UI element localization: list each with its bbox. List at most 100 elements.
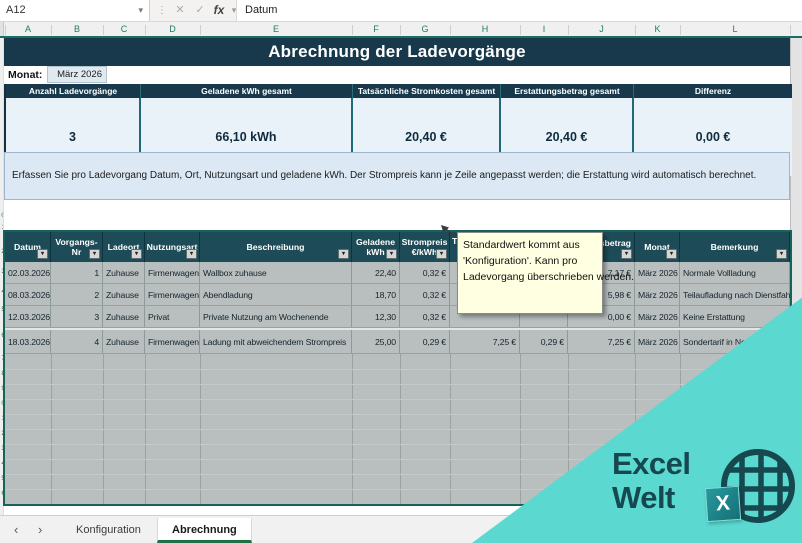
table-cell[interactable]: Zuhause: [103, 306, 145, 327]
row-number[interactable]: 5: [1, 306, 3, 314]
filter-button[interactable]: ▾: [338, 249, 349, 259]
row-number[interactable]: 3: [1, 268, 3, 276]
table-header-label: Beschreibung: [246, 242, 305, 252]
row-number[interactable]: 6: [1, 490, 3, 498]
table-header-cell[interactable]: Beschreibung ▾: [200, 232, 352, 262]
table-cell[interactable]: Private Nutzung am Wochenende: [200, 306, 352, 327]
table-cell[interactable]: 18,70: [352, 284, 400, 305]
table-cell[interactable]: 0,29 €: [400, 330, 450, 353]
filter-button[interactable]: ▾: [776, 249, 787, 259]
table-header-cell[interactable]: Vorgangs-Nr ▾: [51, 232, 103, 262]
column-header-letter[interactable]: G: [421, 23, 428, 36]
sheet-tab-konfiguration[interactable]: Konfiguration: [62, 518, 155, 543]
row-number[interactable]: 0: [1, 212, 3, 220]
column-header-letter[interactable]: I: [543, 23, 546, 36]
table-cell[interactable]: Firmenwagen: [145, 262, 200, 283]
separator-dots-icon: ⋮: [157, 5, 167, 16]
table-header-cell[interactable]: Bemerkung ▾: [680, 232, 790, 262]
row-number[interactable]: 4: [1, 460, 3, 468]
table-cell[interactable]: März 2026: [635, 262, 680, 283]
comment-tooltip: Standardwert kommt aus 'Konfiguration'. K…: [457, 232, 634, 314]
column-header-letter[interactable]: K: [654, 23, 660, 36]
filter-button[interactable]: ▾: [386, 249, 397, 259]
table-cell[interactable]: Firmenwagen: [145, 284, 200, 305]
sheet-tab-abrechnung[interactable]: Abrechnung: [157, 518, 252, 543]
table-header-cell[interactable]: Nutzungsart ▾: [145, 232, 200, 262]
table-cell[interactable]: Zuhause: [103, 262, 145, 283]
table-cell[interactable]: 4: [51, 330, 103, 353]
table-cell[interactable]: 1: [51, 262, 103, 283]
filter-button[interactable]: ▾: [621, 249, 632, 259]
column-header-letter[interactable]: F: [373, 23, 379, 36]
table-cell[interactable]: 0,32 €: [400, 262, 450, 283]
table-cell[interactable]: März 2026: [635, 330, 680, 353]
column-header-letter[interactable]: L: [732, 23, 737, 36]
table-cell[interactable]: Zuhause: [103, 330, 145, 353]
fx-icon[interactable]: fx: [211, 0, 227, 21]
row-number[interactable]: 4: [1, 288, 3, 296]
table-cell[interactable]: 0,32 €: [400, 306, 450, 327]
chevron-down-icon[interactable]: ▾: [138, 0, 143, 21]
row-number[interactable]: 3: [1, 445, 3, 453]
table-header-cell[interactable]: Monat ▾: [635, 232, 680, 262]
row-number[interactable]: 0: [1, 400, 3, 408]
table-header-cell[interactable]: Ladeort ▾: [103, 232, 145, 262]
filter-button[interactable]: ▾: [666, 249, 677, 259]
logo-text: Welt: [612, 480, 675, 515]
row-number[interactable]: 6: [1, 332, 3, 340]
filter-button[interactable]: ▾: [131, 249, 142, 259]
table-cell[interactable]: Ladung mit abweichendem Strompreis: [200, 330, 352, 353]
column-header-letter[interactable]: E: [273, 23, 279, 36]
column-header-letter[interactable]: A: [25, 23, 31, 36]
select-all-corner[interactable]: [0, 22, 4, 36]
row-number[interactable]: 2: [1, 248, 3, 256]
table-cell[interactable]: März 2026: [635, 284, 680, 305]
formula-bar-input[interactable]: Datum: [236, 0, 802, 21]
row-number[interactable]: 1: [1, 224, 3, 232]
row-number[interactable]: 9: [1, 385, 3, 393]
table-cell[interactable]: 7,25 €: [568, 330, 635, 353]
table-cell[interactable]: 2: [51, 284, 103, 305]
table-cell[interactable]: Abendladung: [200, 284, 352, 305]
table-cell[interactable]: 0,29 €: [520, 330, 568, 353]
table-header-cell[interactable]: Geladene kWh ▾: [352, 232, 400, 262]
column-header-letter[interactable]: B: [74, 23, 80, 36]
table-cell[interactable]: 02.03.2026: [5, 262, 51, 283]
table-cell[interactable]: 0,32 €: [400, 284, 450, 305]
table-cell[interactable]: 12,30: [352, 306, 400, 327]
row-number[interactable]: 1: [1, 415, 3, 423]
table-cell[interactable]: 25,00: [352, 330, 400, 353]
table-cell[interactable]: Firmenwagen: [145, 330, 200, 353]
filter-button[interactable]: ▾: [436, 249, 447, 259]
table-cell[interactable]: Zuhause: [103, 284, 145, 305]
row-number[interactable]: 8: [1, 370, 3, 378]
row-number[interactable]: 2: [1, 430, 3, 438]
table-cell[interactable]: März 2026: [635, 306, 680, 327]
month-cell[interactable]: März 2026: [47, 66, 107, 83]
table-cell[interactable]: 3: [51, 306, 103, 327]
filter-button[interactable]: ▾: [186, 249, 197, 259]
prev-sheet-arrow[interactable]: ‹: [14, 522, 18, 537]
filter-button[interactable]: ▾: [89, 249, 100, 259]
table-cell[interactable]: 7,25 €: [450, 330, 520, 353]
table-cell[interactable]: Wallbox zuhause: [200, 262, 352, 283]
confirm-icon[interactable]: ✓: [192, 0, 208, 21]
row-number[interactable]: 7: [1, 355, 3, 363]
column-header-letter[interactable]: H: [482, 23, 489, 36]
table-cell[interactable]: 22,40: [352, 262, 400, 283]
next-sheet-arrow[interactable]: ›: [38, 522, 42, 537]
table-cell[interactable]: Teilaufladung nach Dienstfahrt: [680, 284, 790, 305]
column-header-letter[interactable]: C: [121, 23, 128, 36]
column-header-letter[interactable]: D: [169, 23, 176, 36]
table-cell[interactable]: 18.03.2026: [5, 330, 51, 353]
column-header-letter[interactable]: J: [599, 23, 604, 36]
table-cell[interactable]: 08.03.2026: [5, 284, 51, 305]
row-number[interactable]: 5: [1, 475, 3, 483]
table-cell[interactable]: Privat: [145, 306, 200, 327]
table-cell[interactable]: 12.03.2026: [5, 306, 51, 327]
cell-name-box[interactable]: A12 ▾: [0, 0, 150, 21]
table-header-cell[interactable]: Datum ▾: [5, 232, 51, 262]
filter-button[interactable]: ▾: [37, 249, 48, 259]
table-cell[interactable]: Normale Vollladung: [680, 262, 790, 283]
cancel-icon[interactable]: ✕: [172, 0, 188, 21]
